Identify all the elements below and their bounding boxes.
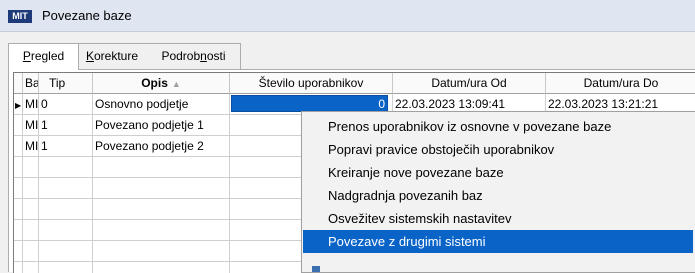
column-header-opis[interactable]: Opis ▲ <box>93 73 230 94</box>
column-header-stevilo-uporabnikov[interactable]: Število uporabnikov <box>230 73 393 94</box>
current-row-indicator-icon: ▶ <box>14 94 23 115</box>
submenu-icon <box>312 266 320 272</box>
cell-opis[interactable]: Povezano podjetje 1 <box>93 115 230 136</box>
tab-podrobnosti[interactable]: Podrobnosti <box>147 43 241 69</box>
header-indicator-cell <box>14 73 23 94</box>
column-header-datum-od[interactable]: Datum/ura Od <box>393 73 546 94</box>
cell-tip[interactable]: 1 <box>39 115 93 136</box>
tab-korekture[interactable]: Korekture <box>77 43 148 69</box>
cell-tip[interactable]: 0 <box>39 94 93 115</box>
row-indicator-cell <box>14 136 23 157</box>
menu-item-povezave-sistemi[interactable]: Povezave z drugimi sistemi <box>303 230 693 253</box>
column-header-datum-do[interactable]: Datum/ura Do <box>546 73 695 94</box>
menu-item-prenos-uporabnikov[interactable]: Prenos uporabnikov iz osnovne v povezane… <box>303 115 693 138</box>
menu-item-nadgradnja-baz[interactable]: Nadgradnja povezanih baz <box>303 184 693 207</box>
cell-tip[interactable]: 1 <box>39 136 93 157</box>
sort-ascending-icon: ▲ <box>171 79 181 89</box>
grid-header-row: Ba Tip Opis ▲ Število uporabnikov Datum/u… <box>14 73 695 94</box>
tab-pregled[interactable]: Pregled <box>8 43 79 70</box>
menu-item-kreiranje-baze[interactable]: Kreiranje nove povezane baze <box>303 161 693 184</box>
column-header-ba[interactable]: Ba <box>23 73 39 94</box>
stevilo-uporabnikov-edit[interactable]: 0 <box>231 95 388 112</box>
menu-item-popravi-pravice[interactable]: Popravi pravice obstoječih uporabnikov <box>303 138 693 161</box>
cell-ba[interactable]: MI <box>23 94 39 115</box>
cell-opis[interactable]: Povezano podjetje 2 <box>93 136 230 157</box>
context-menu: Prenos uporabnikov iz osnovne v povezane… <box>301 111 695 273</box>
cell-ba[interactable]: MI <box>23 115 39 136</box>
column-header-tip[interactable]: Tip <box>39 73 93 94</box>
app-logo: MIT <box>8 10 32 23</box>
cell-ba[interactable]: MI <box>23 136 39 157</box>
cell-opis[interactable]: Osnovno podjetje <box>93 94 230 115</box>
row-indicator-cell <box>14 115 23 136</box>
title-bar: MIT Povezane baze <box>0 0 695 32</box>
window-title: Povezane baze <box>42 8 132 23</box>
menu-item-osvezitev-nastavitev[interactable]: Osvežitev sistemskih nastavitev <box>303 207 693 230</box>
